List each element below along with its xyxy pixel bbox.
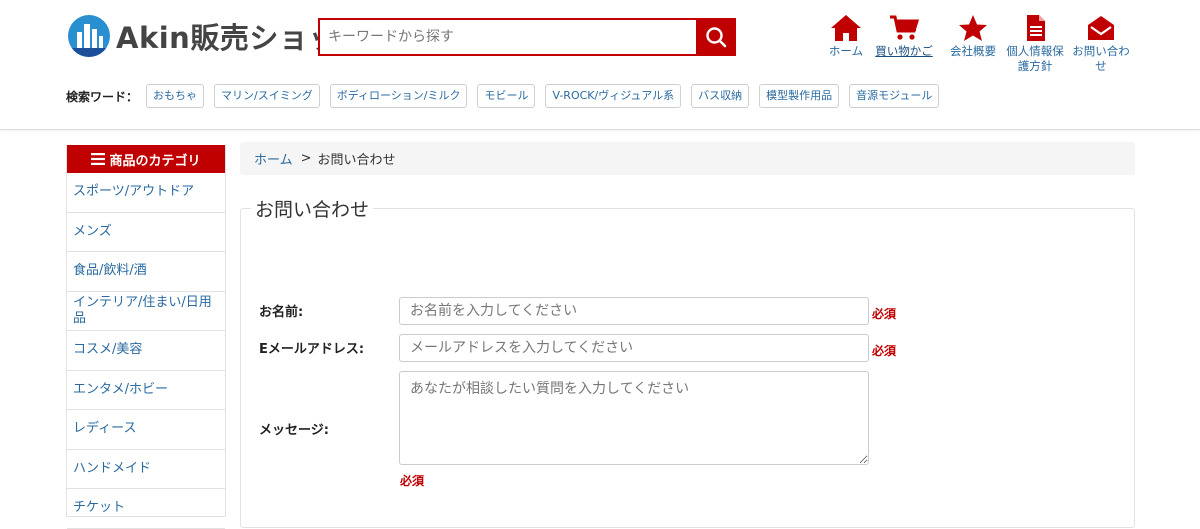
category-item[interactable]: レディース (67, 410, 225, 450)
keyword-tag[interactable]: バス収納 (691, 84, 750, 108)
header-nav: ホーム 買い物かご 会社概要 個人情報保 護方針 お問い合わ せ (816, 14, 1136, 78)
nav-privacy-label-1: 個人情報保 (1006, 44, 1064, 58)
keyword-tag[interactable]: 音源モジュール (849, 84, 940, 108)
nav-privacy[interactable]: 個人情報保 護方針 (1005, 14, 1065, 74)
keywords-title: 検索ワード： (66, 89, 139, 104)
star-icon (959, 15, 987, 41)
category-item[interactable]: インテリア/住まい/日用品 (67, 292, 225, 331)
nav-contact-label-2: せ (1095, 59, 1107, 73)
keyword-tag[interactable]: おもちゃ (146, 84, 205, 108)
envelope-icon (1088, 16, 1114, 40)
cart-icon (890, 15, 920, 40)
name-label: お名前: (259, 305, 304, 320)
search-input[interactable] (318, 18, 696, 56)
nav-contact[interactable]: お問い合わ せ (1071, 14, 1131, 74)
keyword-tags: おもちゃ マリン/スイミング ボディローション/ミルク モビール V-ROCK/… (146, 84, 949, 108)
email-label: Eメールアドレス: (259, 342, 365, 357)
name-required: 必須 (872, 307, 897, 321)
message-field[interactable] (399, 371, 869, 465)
category-header: 商品のカテゴリ (67, 145, 225, 173)
nav-cart[interactable]: 買い物かご (874, 14, 934, 59)
keyword-tag[interactable]: 模型製作用品 (759, 84, 840, 108)
category-item[interactable]: スポーツ/アウトドア (67, 173, 225, 213)
email-field[interactable] (399, 334, 869, 362)
nav-privacy-label-2: 護方針 (1017, 59, 1053, 73)
keyword-tag[interactable]: モビール (477, 84, 536, 108)
breadcrumb-home-link[interactable]: ホーム (254, 149, 293, 168)
nav-company[interactable]: 会社概要 (943, 14, 1003, 59)
form-title: お問い合わせ (251, 195, 374, 222)
nav-cart-label: 買い物かご (875, 44, 933, 58)
contact-form-panel: お問い合わせ お名前: 必須 Eメールアドレス: 必須 メッセージ: 必須 (240, 195, 1135, 528)
keyword-tag[interactable]: V-ROCK/ヴィジュアル系 (545, 84, 682, 108)
email-required: 必須 (872, 344, 897, 358)
category-title: 商品のカテゴリ (109, 153, 201, 169)
search-button[interactable] (696, 18, 736, 56)
category-item[interactable]: エンタメ/ホビー (67, 371, 225, 410)
keyword-tag[interactable]: ボディローション/ミルク (329, 84, 468, 108)
search-keywords: 検索ワード： おもちゃ マリン/スイミング ボディローション/ミルク モビール … (66, 84, 949, 108)
name-field[interactable] (399, 297, 869, 325)
nav-company-label: 会社概要 (950, 44, 996, 58)
breadcrumb-current: お問い合わせ (317, 153, 396, 168)
list-icon (91, 153, 106, 165)
logo-text: Akin販売ショッ (116, 21, 318, 55)
breadcrumb-separator: > (300, 151, 312, 166)
search-bar (318, 18, 736, 56)
category-item[interactable]: メンズ (67, 213, 225, 252)
category-item[interactable]: ハンドメイド (67, 450, 225, 489)
site-header: Akin販売ショッ ホーム 買い物かご (0, 0, 1200, 130)
nav-home[interactable]: ホーム (816, 14, 876, 59)
category-item[interactable]: チケット (67, 489, 225, 529)
home-icon (831, 15, 861, 41)
breadcrumb: ホーム > お問い合わせ (240, 142, 1135, 175)
nav-home-label: ホーム (828, 44, 864, 58)
category-item[interactable]: 食品/飲料/酒 (67, 252, 225, 292)
nav-contact-label-1: お問い合わ (1072, 44, 1130, 58)
logo-icon (68, 15, 110, 57)
category-sidebar: 商品のカテゴリ スポーツ/アウトドア メンズ 食品/飲料/酒 インテリア/住まい… (66, 145, 226, 529)
document-icon (1027, 15, 1045, 41)
site-logo[interactable]: Akin販売ショッ (68, 15, 318, 57)
keyword-tag[interactable]: マリン/スイミング (214, 84, 320, 108)
message-required: 必須 (400, 474, 425, 488)
category-item[interactable]: コスメ/美容 (67, 331, 225, 371)
search-icon (706, 27, 727, 48)
message-label: メッセージ: (259, 423, 329, 438)
